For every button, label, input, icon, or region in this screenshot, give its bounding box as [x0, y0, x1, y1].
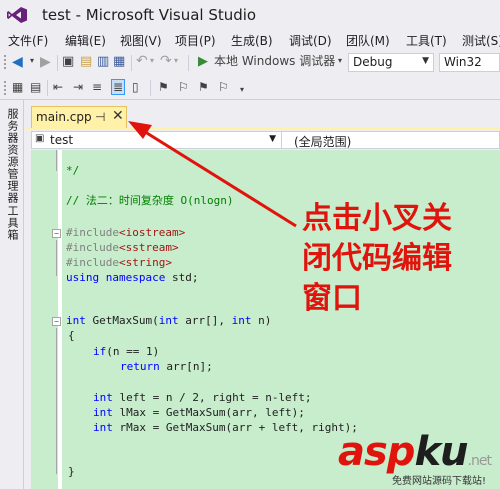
- toolbar-options-icon[interactable]: ▾: [240, 86, 244, 94]
- code-line: #include<iostream>: [66, 226, 186, 239]
- undo-icon[interactable]: ↶: [136, 54, 148, 68]
- code-line: // 法二：时间复杂度 O(nlogn): [66, 194, 234, 207]
- quick-info-icon[interactable]: ▦: [12, 81, 23, 93]
- code-line: if(n == 1): [93, 345, 160, 358]
- prev-bookmark-icon[interactable]: ⚐: [178, 81, 189, 93]
- menu-build[interactable]: 生成(B): [231, 32, 273, 49]
- fold-toggle[interactable]: −: [52, 229, 61, 238]
- indent-icon[interactable]: ⇥: [73, 81, 83, 93]
- chevron-down-icon: ▼: [422, 56, 429, 66]
- new-project-icon[interactable]: ▣: [62, 55, 74, 68]
- title-bar: test - Microsoft Visual Studio: [0, 0, 500, 30]
- back-icon[interactable]: ◀: [12, 55, 23, 69]
- code-line: int left = n / 2, right = n-left;: [93, 391, 312, 404]
- text-editor-toolbar: ▦ ▤ ⇤ ⇥ ≡ ≣ ▯ ⚑ ⚐ ⚑ ⚐ ▾: [0, 76, 500, 100]
- project-scope-dropdown[interactable]: ▣ test ▼: [32, 132, 282, 148]
- code-line: int GetMaxSum(int arr[], int n): [66, 314, 272, 327]
- toggle-bookmark-icon[interactable]: ▯: [132, 81, 139, 93]
- menu-project[interactable]: 项目(P): [175, 32, 216, 49]
- standard-toolbar: ◀ ▾ ▶ ▣ ▤ ▥ ▦ ↶ ▾ ↷ ▾ ▶ 本地 Windows 调试器 ▾…: [0, 50, 500, 76]
- save-icon[interactable]: ▥: [97, 55, 109, 68]
- code-line: }: [68, 465, 75, 478]
- annotation-line: 点击小叉关: [302, 201, 452, 236]
- watermark-subtitle: 免费网站源码下载站!: [392, 476, 487, 487]
- save-all-icon[interactable]: ▦: [113, 55, 125, 68]
- forward-icon[interactable]: ▶: [40, 55, 51, 69]
- close-icon[interactable]: ✕: [112, 108, 124, 124]
- toolbox-tab[interactable]: 工具箱: [4, 205, 20, 241]
- clear-bookmarks-icon[interactable]: ⚐: [218, 81, 229, 93]
- window-title: test - Microsoft Visual Studio: [42, 6, 257, 24]
- menu-team[interactable]: 团队(M): [346, 32, 390, 49]
- menu-tools[interactable]: 工具(T): [406, 32, 447, 49]
- redo-icon[interactable]: ↷: [160, 54, 172, 68]
- code-line: #include<sstream>: [66, 241, 179, 254]
- chevron-down-icon: ▼: [269, 134, 276, 144]
- code-line: using namespace std;: [66, 271, 199, 284]
- parameter-info-icon[interactable]: ▤: [30, 81, 41, 93]
- tab-main-cpp[interactable]: main.cpp ⊣ ✕: [31, 106, 127, 128]
- menu-edit[interactable]: 编辑(E): [65, 32, 106, 49]
- code-line: #include<string>: [66, 256, 172, 269]
- solution-config-value: Debug: [353, 55, 393, 69]
- annotation-callout: 点击小叉关 闭代码编辑 窗口: [302, 199, 487, 319]
- code-line: return arr[n];: [120, 360, 213, 373]
- outdent-icon[interactable]: ⇤: [53, 81, 63, 93]
- annotation-line: 窗口: [302, 281, 362, 316]
- tab-label: main.cpp: [36, 110, 92, 124]
- uncomment-icon[interactable]: ≣: [111, 79, 126, 95]
- navigation-bar: ▣ test ▼ (全局范围): [31, 131, 500, 149]
- menu-debug[interactable]: 调试(D): [289, 32, 332, 49]
- solution-platform-dropdown[interactable]: Win32: [439, 53, 500, 72]
- undo-dropdown-icon[interactable]: ▾: [150, 57, 154, 65]
- solution-config-dropdown[interactable]: Debug ▼: [348, 53, 434, 72]
- menu-bar: 文件(F) 编辑(E) 视图(V) 项目(P) 生成(B) 调试(D) 团队(M…: [0, 30, 500, 50]
- start-debug-dropdown-icon[interactable]: ▾: [338, 57, 342, 65]
- menu-view[interactable]: 视图(V): [120, 32, 162, 49]
- fold-toggle[interactable]: −: [52, 317, 61, 326]
- solution-platform-value: Win32: [444, 55, 482, 69]
- annotation-line: 闭代码编辑: [302, 241, 452, 276]
- code-line: */: [66, 164, 80, 177]
- project-scope-value: test: [50, 133, 74, 147]
- left-tool-window-strip: 服务器资源管理器 工具箱: [0, 100, 24, 489]
- menu-test[interactable]: 测试(S): [462, 32, 500, 49]
- toolbar-grip[interactable]: [3, 80, 7, 97]
- code-line: int rMax = GetMaxSum(arr + left, right);: [93, 421, 358, 434]
- code-line: {: [68, 329, 75, 342]
- back-dropdown-icon[interactable]: ▾: [30, 57, 34, 65]
- redo-dropdown-icon[interactable]: ▾: [174, 57, 178, 65]
- pin-icon[interactable]: ⊣: [95, 110, 105, 124]
- start-debug-label[interactable]: 本地 Windows 调试器: [214, 55, 335, 67]
- code-line: int lMax = GetMaxSum(arr, left);: [93, 406, 305, 419]
- menu-file[interactable]: 文件(F): [8, 32, 48, 49]
- start-debug-icon[interactable]: ▶: [198, 55, 208, 68]
- bookmark-icon[interactable]: ⚑: [158, 81, 169, 93]
- member-scope-dropdown[interactable]: (全局范围): [294, 133, 351, 150]
- toolbar-grip[interactable]: [3, 54, 7, 71]
- comment-out-icon[interactable]: ≡: [92, 81, 102, 93]
- visual-studio-logo-icon: [7, 7, 27, 23]
- server-explorer-tab[interactable]: 服务器资源管理器: [4, 108, 20, 204]
- project-icon: ▣: [35, 133, 45, 144]
- next-bookmark-icon[interactable]: ⚑: [198, 81, 209, 93]
- open-file-icon[interactable]: ▤: [80, 55, 92, 68]
